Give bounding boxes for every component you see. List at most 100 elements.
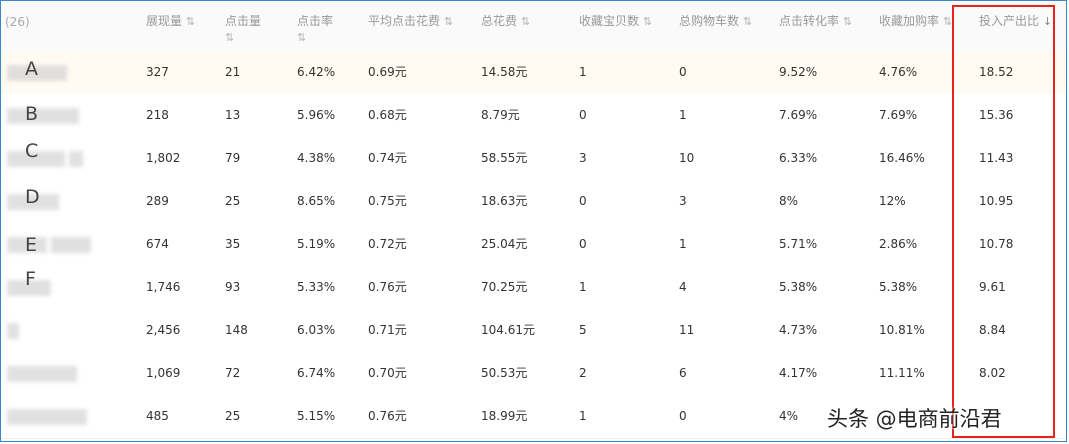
cell-ctr: 5.15% <box>297 409 336 423</box>
cell-fav-cart-rate: 5.38% <box>879 280 918 294</box>
cell-roi: 8.84 <box>979 323 1006 337</box>
cell-roi: 9.61 <box>979 280 1006 294</box>
cell-fav-cart-rate: 4.76% <box>879 65 918 79</box>
sort-icon[interactable]: ⇅ <box>186 15 195 28</box>
cell-cpc: 0.76元 <box>368 409 407 423</box>
column-header-ctr[interactable]: 点击率 ⇅ <box>297 13 337 46</box>
cell-ctr: 6.03% <box>297 323 336 337</box>
row-label-letter: D <box>25 186 40 208</box>
cell-roi: 10.95 <box>979 194 1014 208</box>
cell-fav-cart-rate: 7.69% <box>879 108 918 122</box>
cell-cvr: 6.33% <box>779 151 818 165</box>
cell-impressions: 327 <box>146 65 169 79</box>
cell-ctr: 6.74% <box>297 366 336 380</box>
table-row[interactable]: 1,069 72 6.74% 0.70元 50.53元 2 6 4.17% 11.11% 8.02 <box>1 352 1066 396</box>
table-row[interactable]: A 327 21 6.42% 0.69元 14.58元 1 0 9.52% 4.76% 18.52 <box>1 51 1066 95</box>
cell-cvr: 4.17% <box>779 366 818 380</box>
column-header-favorites[interactable]: 收藏宝贝数 ⇅ <box>579 13 652 30</box>
cell-clicks: 25 <box>225 409 241 423</box>
cell-clicks: 13 <box>225 108 241 122</box>
cell-cvr: 5.38% <box>779 280 818 294</box>
cell-cost: 70.25元 <box>481 280 528 294</box>
column-header-cvr[interactable]: 点击转化率 ⇅ <box>779 13 852 30</box>
column-header-cart[interactable]: 总购物车数 ⇅ <box>679 13 752 30</box>
cell-cost: 18.63元 <box>481 194 528 208</box>
cell-ctr: 5.19% <box>297 237 336 251</box>
cell-fav-cart-rate: 11.11% <box>879 366 925 380</box>
cell-roi: 10.78 <box>979 237 1014 251</box>
cell-cpc: 0.71元 <box>368 323 407 337</box>
cell-favorites: 2 <box>579 366 587 380</box>
sort-icon[interactable]: ⇅ <box>521 15 530 28</box>
cell-favorites: 0 <box>579 237 587 251</box>
sort-icon[interactable]: ⇅ <box>297 31 306 44</box>
cell-clicks: 79 <box>225 151 241 165</box>
cell-cvr: 4% <box>779 409 799 423</box>
cell-clicks: 35 <box>225 237 241 251</box>
cell-impressions: 1,746 <box>146 280 181 294</box>
table-row[interactable]: C 1,802 79 4.38% 0.74元 58.55元 3 10 6.33% 16.46% 11… <box>1 137 1066 181</box>
watermark: 头条 @电商前沿君 <box>827 407 1002 431</box>
cell-impressions: 1,069 <box>146 366 181 380</box>
cell-impressions: 218 <box>146 108 169 122</box>
table-row[interactable]: E 674 35 5.19% 0.72元 25.04元 0 1 5.71% 2.86% 10.78 <box>1 223 1066 267</box>
column-header-roi[interactable]: 投入产出比 ↓ <box>979 13 1052 30</box>
sort-icon[interactable]: ⇅ <box>843 15 852 28</box>
cell-cpc: 0.72元 <box>368 237 407 251</box>
sort-icon[interactable]: ⇅ <box>444 15 453 28</box>
cell-cart: 0 <box>679 65 687 79</box>
cell-cpc: 0.69元 <box>368 65 407 79</box>
table-row[interactable]: D 289 25 8.65% 0.75元 18.63元 0 3 8% 12% 10.95 <box>1 180 1066 224</box>
cell-cvr: 7.69% <box>779 108 818 122</box>
cell-favorites: 1 <box>579 409 587 423</box>
table-row[interactable]: 2,456 148 6.03% 0.71元 104.61元 5 11 4.73% 10.81% 8… <box>1 309 1066 353</box>
cell-fav-cart-rate: 2.86% <box>879 237 918 251</box>
cell-roi: 11.43 <box>979 151 1014 165</box>
cell-ctr: 5.96% <box>297 108 336 122</box>
cell-cost: 25.04元 <box>481 237 528 251</box>
cell-roi: 18.52 <box>979 65 1014 79</box>
sort-icon[interactable]: ⇅ <box>225 31 234 44</box>
row-count: (26) <box>5 15 30 29</box>
cell-fav-cart-rate: 16.46% <box>879 151 925 165</box>
cell-favorites: 3 <box>579 151 587 165</box>
cell-favorites: 5 <box>579 323 587 337</box>
column-header-impressions[interactable]: 展现量 ⇅ <box>146 13 195 30</box>
table-row[interactable]: F 1,746 93 5.33% 0.76元 70.25元 1 4 5.38% 5.38% 9.61 <box>1 266 1066 310</box>
cell-cvr: 9.52% <box>779 65 818 79</box>
cell-cart: 11 <box>679 323 695 337</box>
cell-impressions: 1,802 <box>146 151 181 165</box>
column-header-cost[interactable]: 总花费 ⇅ <box>481 13 530 30</box>
cell-clicks: 72 <box>225 366 241 380</box>
cell-cpc: 0.76元 <box>368 280 407 294</box>
sort-descending-icon[interactable]: ↓ <box>1043 15 1052 28</box>
cell-clicks: 21 <box>225 65 241 79</box>
cell-cost: 14.58元 <box>481 65 528 79</box>
cell-fav-cart-rate: 10.81% <box>879 323 925 337</box>
row-label-letter: B <box>25 103 39 125</box>
cell-impressions: 289 <box>146 194 169 208</box>
sort-icon[interactable]: ⇅ <box>743 15 752 28</box>
data-table-frame: (26) 展现量 ⇅ 点击量 ⇅ 点击率 ⇅ 平均点击花费 ⇅ 总花费 ⇅ 收藏… <box>0 0 1067 442</box>
cell-clicks: 25 <box>225 194 241 208</box>
cell-cvr: 4.73% <box>779 323 818 337</box>
sort-icon[interactable]: ⇅ <box>643 15 652 28</box>
cell-ctr: 8.65% <box>297 194 336 208</box>
cell-cpc: 0.75元 <box>368 194 407 208</box>
table-header: (26) 展现量 ⇅ 点击量 ⇅ 点击率 ⇅ 平均点击花费 ⇅ 总花费 ⇅ 收藏… <box>1 1 1066 52</box>
column-header-fav-cart-rate[interactable]: 收藏加购率 ⇅ <box>879 13 952 30</box>
cell-impressions: 2,456 <box>146 323 181 337</box>
cell-cart: 3 <box>679 194 687 208</box>
column-header-cpc[interactable]: 平均点击花费 ⇅ <box>368 13 453 30</box>
row-label-letter: E <box>25 234 38 256</box>
column-header-clicks[interactable]: 点击量 ⇅ <box>225 13 265 46</box>
cell-clicks: 148 <box>225 323 248 337</box>
blurred-product-name <box>7 323 19 339</box>
blurred-product-name <box>7 366 77 382</box>
sort-icon[interactable]: ⇅ <box>943 15 952 28</box>
cell-favorites: 1 <box>579 280 587 294</box>
cell-roi: 8.02 <box>979 366 1006 380</box>
cell-impressions: 674 <box>146 237 169 251</box>
blurred-product-name <box>51 237 91 253</box>
table-row[interactable]: B 218 13 5.96% 0.68元 8.79元 0 1 7.69% 7.69% 15.36 <box>1 94 1066 138</box>
